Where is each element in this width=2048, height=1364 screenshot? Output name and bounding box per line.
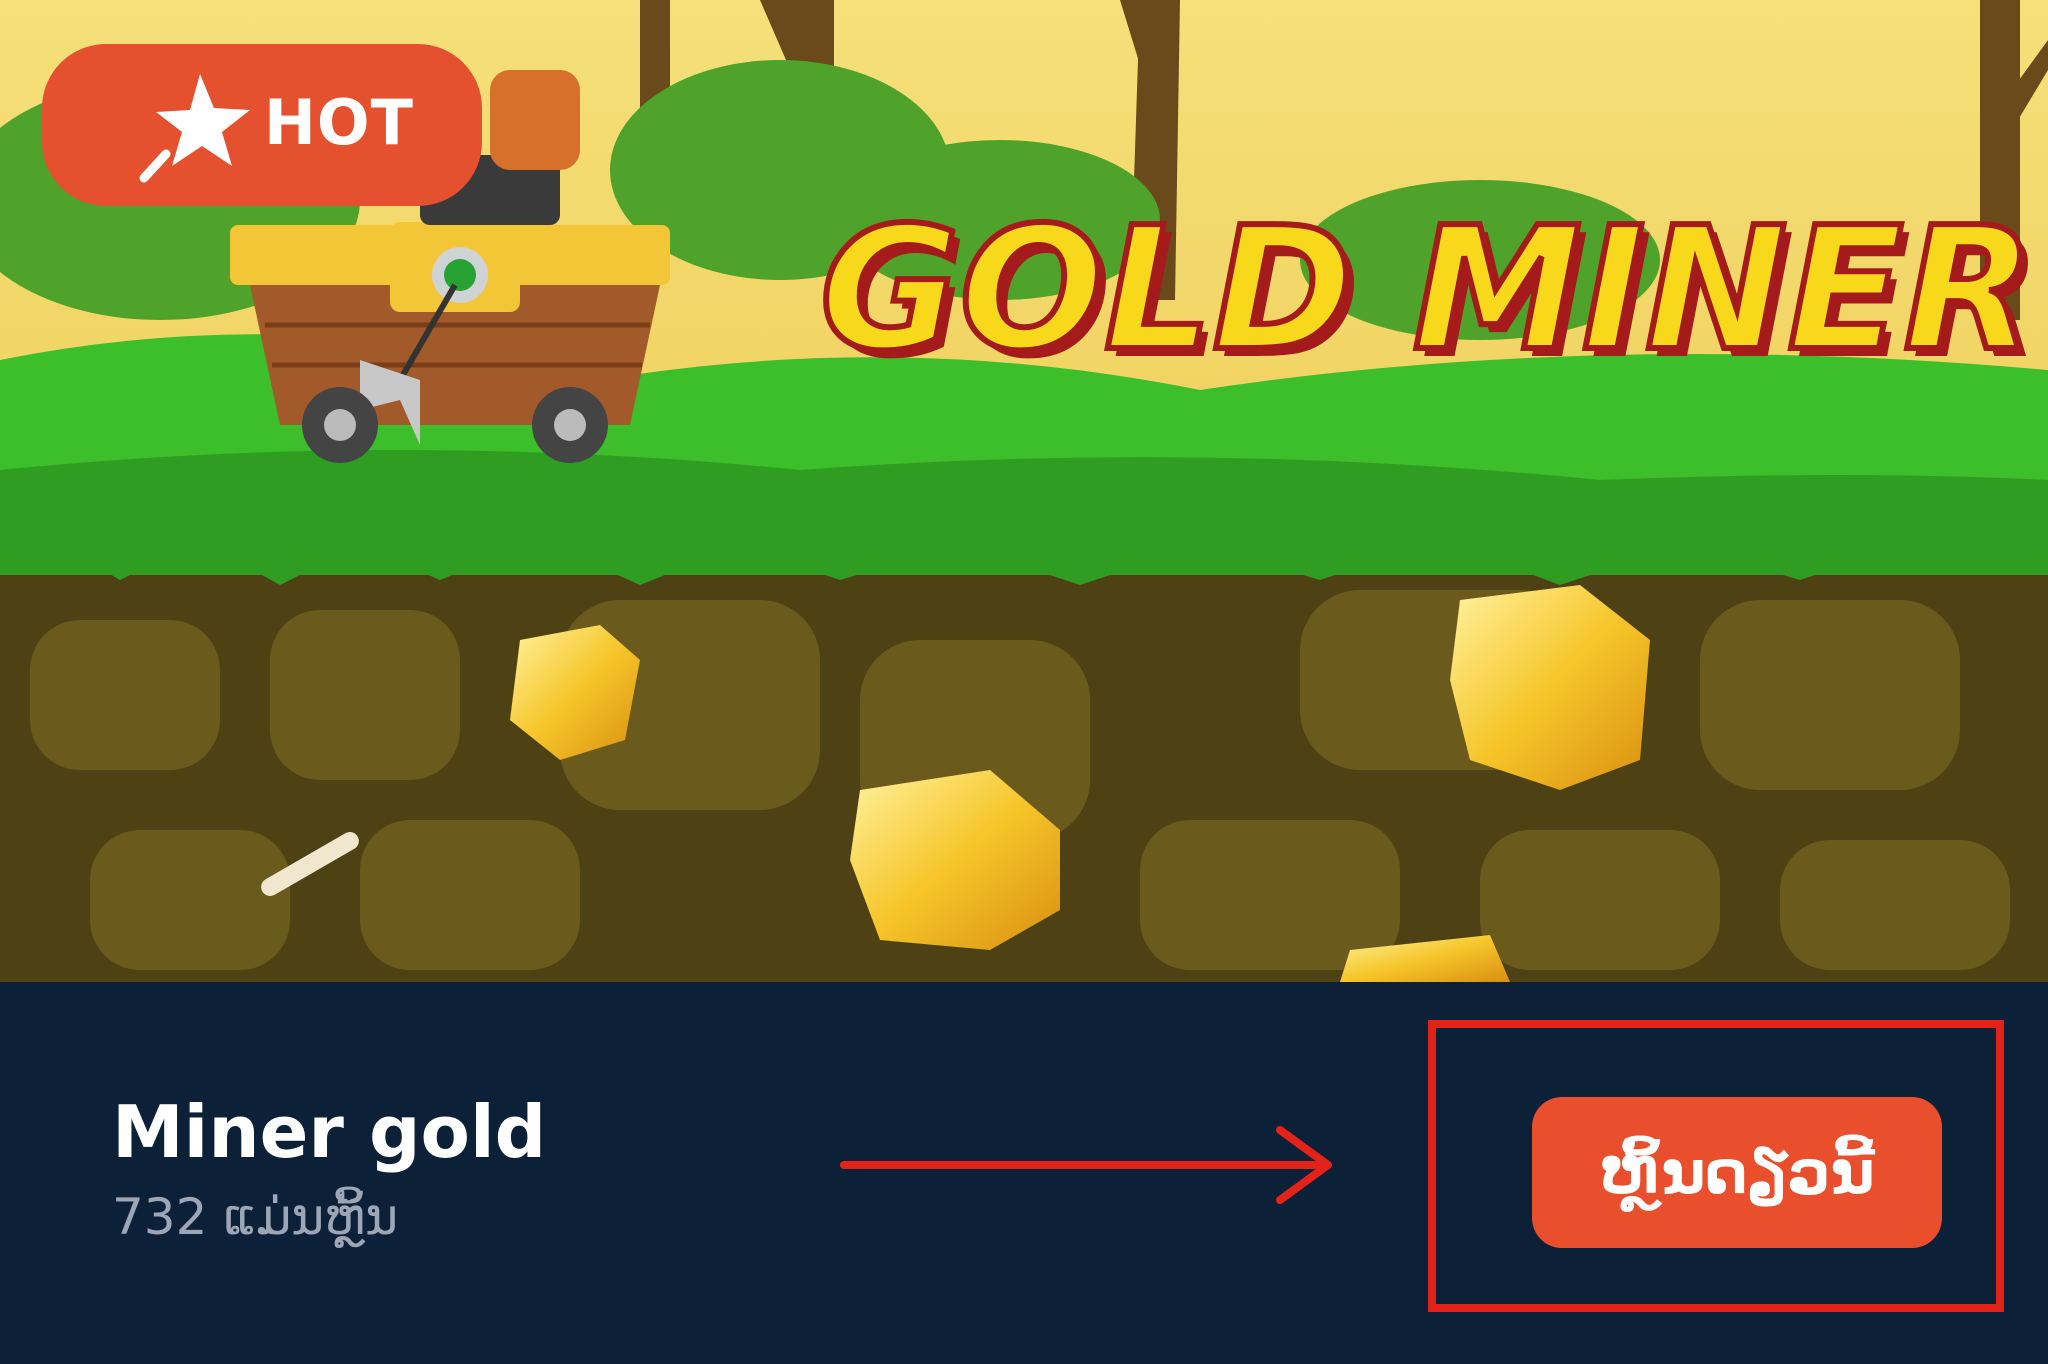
arrow-right-icon	[840, 1126, 1332, 1204]
game-logo: GOLD MINER GOLD MINER	[817, 188, 2042, 397]
game-title: Miner gold	[112, 1090, 547, 1174]
game-card[interactable]: GOLD MINER GOLD MINER HOT Miner gold 732…	[0, 0, 2048, 1364]
svg-text:GOLD MINER: GOLD MINER	[820, 191, 2034, 389]
hot-label: HOT	[264, 86, 414, 159]
play-now-button[interactable]: ຫຼິ້ນດຽວນີ້	[1532, 1097, 1942, 1248]
player-count: 732 ແມ່ນຫຼິ້ນ	[112, 1188, 399, 1246]
game-banner[interactable]: GOLD MINER GOLD MINER HOT	[0, 0, 2048, 982]
hot-badge: HOT	[42, 44, 482, 206]
star-icon	[139, 74, 250, 183]
